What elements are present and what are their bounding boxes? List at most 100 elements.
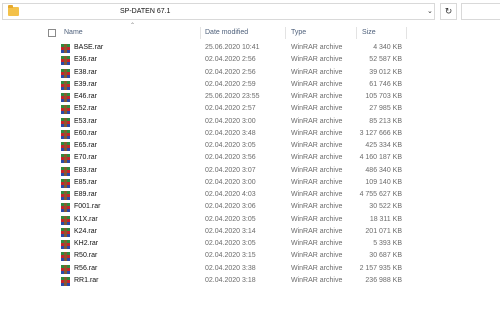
file-size: 109 140 KB xyxy=(365,178,402,186)
column-type[interactable]: Type xyxy=(291,26,306,40)
file-row[interactable]: E46.rar 25.06.2020 23:55 WinRAR archive 105… xyxy=(0,91,500,103)
file-row[interactable]: E89.rar 02.04.2020 4:03 WinRAR archive 4 75… xyxy=(0,189,500,201)
file-type: WinRAR archive xyxy=(291,276,343,284)
file-size: 4 755 627 KB xyxy=(359,191,402,198)
refresh-button[interactable]: ↻ xyxy=(440,3,457,20)
file-date-modified: 02.04.2020 3:05 xyxy=(205,240,256,247)
file-type: WinRAR archive xyxy=(291,178,343,186)
winrar-archive-icon xyxy=(61,68,70,78)
file-row[interactable]: K1X.rar 02.04.2020 3:05 WinRAR archive 18 3… xyxy=(0,214,500,226)
file-row[interactable]: E70.rar 02.04.2020 3:56 WinRAR archive 4 16… xyxy=(0,152,500,164)
file-type: WinRAR archive xyxy=(291,227,343,235)
file-row[interactable]: RR1.rar 02.04.2020 3:18 WinRAR archive 236 … xyxy=(0,275,500,287)
file-type: WinRAR archive xyxy=(291,154,343,162)
file-type: WinRAR archive xyxy=(291,56,343,64)
file-size: 85 213 KB xyxy=(369,117,402,125)
column-divider[interactable] xyxy=(406,27,407,39)
winrar-archive-icon xyxy=(61,203,70,213)
file-name: E83.rar xyxy=(74,166,97,174)
file-list: BASE.rar 25.06.2020 10:41 WinRAR archive 4 … xyxy=(0,42,500,287)
file-size: 61 746 KB xyxy=(369,80,402,88)
file-type: WinRAR archive xyxy=(291,203,343,211)
file-type: WinRAR archive xyxy=(291,252,343,260)
file-row[interactable]: R56.rar 02.04.2020 3:38 WinRAR archive 2 15… xyxy=(0,263,500,275)
file-size: 39 012 KB xyxy=(369,68,402,76)
winrar-archive-icon xyxy=(61,80,70,90)
select-all-checkbox[interactable] xyxy=(48,29,56,37)
file-date-modified: 02.04.2020 2:56 xyxy=(205,68,256,76)
file-date-modified: 02.04.2020 3:18 xyxy=(205,276,256,284)
winrar-archive-icon xyxy=(61,56,70,66)
file-name: E46.rar xyxy=(74,93,97,100)
file-type: WinRAR archive xyxy=(291,240,343,247)
file-type: WinRAR archive xyxy=(291,80,343,88)
file-name: BASE.rar xyxy=(74,44,104,51)
column-size[interactable]: Size xyxy=(362,26,376,40)
file-row[interactable]: R50.rar 02.04.2020 3:15 WinRAR archive 30 6… xyxy=(0,250,500,262)
file-type: WinRAR archive xyxy=(291,142,343,149)
file-name: K24.rar xyxy=(74,227,97,235)
file-row[interactable]: KH2.rar 02.04.2020 3:05 WinRAR archive 5 39… xyxy=(0,238,500,250)
file-row[interactable]: E39.rar 02.04.2020 2:59 WinRAR archive 61 7… xyxy=(0,79,500,91)
file-type: WinRAR archive xyxy=(291,129,343,137)
file-name: E39.rar xyxy=(74,80,97,88)
chevron-down-icon[interactable]: ⌄ xyxy=(427,7,433,15)
winrar-archive-icon xyxy=(61,264,70,274)
address-bar[interactable]: SP-DATEN 67.1 ⌄ xyxy=(2,3,435,20)
column-date-modified[interactable]: Date modified xyxy=(205,26,248,40)
refresh-icon: ↻ xyxy=(444,6,453,16)
file-type: WinRAR archive xyxy=(291,166,343,174)
file-name: E65.rar xyxy=(74,142,97,149)
file-size: 105 703 KB xyxy=(365,93,402,100)
file-row[interactable]: E85.rar 02.04.2020 3:00 WinRAR archive 109 … xyxy=(0,177,500,189)
file-name: E52.rar xyxy=(74,105,97,113)
winrar-archive-icon xyxy=(61,142,70,151)
file-date-modified: 02.04.2020 3:00 xyxy=(205,117,256,125)
file-type: WinRAR archive xyxy=(291,191,343,198)
file-date-modified: 02.04.2020 3:38 xyxy=(205,264,256,272)
winrar-archive-icon xyxy=(61,44,70,53)
column-divider[interactable] xyxy=(285,27,286,39)
file-type: WinRAR archive xyxy=(291,44,343,51)
winrar-archive-icon xyxy=(61,191,70,200)
file-row[interactable]: E65.rar 02.04.2020 3:05 WinRAR archive 425 … xyxy=(0,140,500,152)
file-row[interactable]: BASE.rar 25.06.2020 10:41 WinRAR archive 4 … xyxy=(0,42,500,54)
column-divider[interactable] xyxy=(200,27,201,39)
file-name: E70.rar xyxy=(74,154,97,162)
file-type: WinRAR archive xyxy=(291,117,343,125)
file-name: R50.rar xyxy=(74,252,98,260)
file-name: E38.rar xyxy=(74,68,97,76)
file-size: 4 340 KB xyxy=(373,44,402,51)
file-date-modified: 02.04.2020 3:56 xyxy=(205,154,256,162)
file-name: R56.rar xyxy=(74,264,98,272)
winrar-archive-icon xyxy=(61,129,70,139)
file-date-modified: 02.04.2020 2:56 xyxy=(205,56,256,64)
column-name[interactable]: Name xyxy=(64,26,83,40)
file-type: WinRAR archive xyxy=(291,93,343,100)
file-size: 3 127 666 KB xyxy=(359,129,402,137)
file-row[interactable]: E36.rar 02.04.2020 2:56 WinRAR archive 52 5… xyxy=(0,54,500,66)
file-row[interactable]: F001.rar 02.04.2020 3:06 WinRAR archive 30 … xyxy=(0,201,500,213)
file-size: 52 587 KB xyxy=(369,56,402,64)
column-header: Name ⌃ Date modified Type Size xyxy=(0,23,500,40)
column-divider[interactable] xyxy=(356,27,357,39)
file-name: RR1.rar xyxy=(74,276,99,284)
file-name: E85.rar xyxy=(74,178,97,186)
file-row[interactable]: E83.rar 02.04.2020 3:07 WinRAR archive 486 … xyxy=(0,165,500,177)
file-row[interactable]: E53.rar 02.04.2020 3:00 WinRAR archive 85 2… xyxy=(0,116,500,128)
file-name: E36.rar xyxy=(74,56,97,64)
file-date-modified: 02.04.2020 2:59 xyxy=(205,80,256,88)
file-row[interactable]: E38.rar 02.04.2020 2:56 WinRAR archive 39 0… xyxy=(0,67,500,79)
file-row[interactable]: K24.rar 02.04.2020 3:14 WinRAR archive 201 … xyxy=(0,226,500,238)
search-input[interactable] xyxy=(461,3,500,20)
file-date-modified: 25.06.2020 23:55 xyxy=(205,93,260,100)
address-path: SP-DATEN 67.1 xyxy=(120,8,171,15)
winrar-archive-icon xyxy=(61,166,70,176)
file-type: WinRAR archive xyxy=(291,264,343,272)
file-row[interactable]: E52.rar 02.04.2020 2:57 WinRAR archive 27 9… xyxy=(0,103,500,115)
file-size: 18 311 KB xyxy=(369,215,402,223)
winrar-archive-icon xyxy=(61,93,70,102)
winrar-archive-icon xyxy=(61,105,70,115)
file-row[interactable]: E60.rar 02.04.2020 3:48 WinRAR archive 3 12… xyxy=(0,128,500,140)
file-date-modified: 02.04.2020 3:48 xyxy=(205,129,256,137)
